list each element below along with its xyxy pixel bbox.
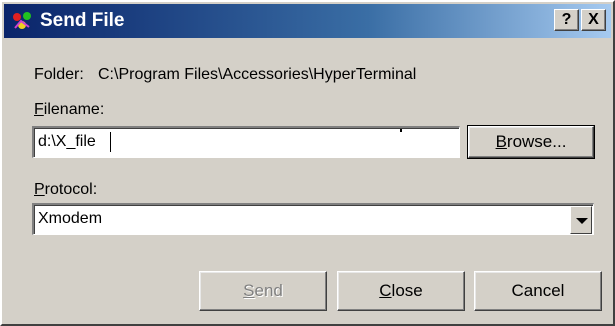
filename-value: d:\X_file xyxy=(38,133,96,150)
filename-label-accel: F xyxy=(34,101,44,118)
chevron-down-icon xyxy=(576,218,588,224)
protocol-dropdown-button[interactable] xyxy=(570,206,592,234)
filename-label: Filename: xyxy=(34,100,104,120)
protocol-select[interactable]: Xmodem xyxy=(32,203,594,235)
close-accel: C xyxy=(379,281,392,300)
close-window-button[interactable]: X xyxy=(581,9,606,31)
protocol-selected-value: Xmodem xyxy=(38,210,103,227)
send-file-dialog: Send File ? X Folder: C:\Program Files\A… xyxy=(0,0,615,326)
send-accel: S xyxy=(243,281,255,300)
close-button[interactable]: Close xyxy=(337,271,465,311)
help-button[interactable]: ? xyxy=(554,9,579,31)
folder-path: C:\Program Files\Accessories\HyperTermin… xyxy=(98,66,417,83)
send-button[interactable]: Send xyxy=(199,271,327,311)
browse-rest: rowse... xyxy=(506,132,567,151)
browse-button[interactable]: Browse... xyxy=(467,125,595,159)
stray-mark xyxy=(400,129,402,132)
send-rest: end xyxy=(254,281,283,300)
text-caret xyxy=(110,132,111,152)
window-title: Send File xyxy=(40,10,125,31)
filename-input[interactable]: d:\X_file xyxy=(32,126,460,158)
protocol-label-rest: rotocol: xyxy=(44,181,98,198)
hyperterminal-icon xyxy=(13,12,31,29)
browse-accel: B xyxy=(495,132,507,151)
cancel-button[interactable]: Cancel xyxy=(474,271,602,311)
title-bar[interactable]: Send File ? X xyxy=(4,4,611,38)
close-rest: lose xyxy=(391,281,423,300)
filename-label-rest: ilename: xyxy=(43,101,105,118)
folder-label: Folder: xyxy=(34,66,84,83)
protocol-label-accel: P xyxy=(34,181,45,198)
protocol-label: Protocol: xyxy=(34,180,97,200)
